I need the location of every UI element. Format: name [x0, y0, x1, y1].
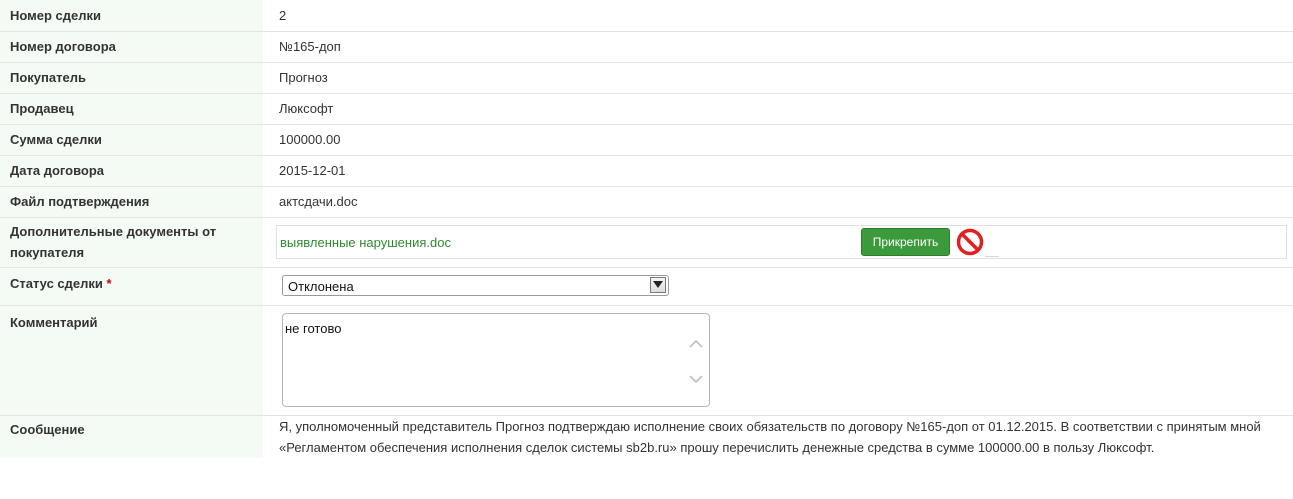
- additional-docs-box: выявленные нарушения.doc Прикрепить: [276, 225, 1287, 259]
- deal-details-form: Номер сделки 2 Номер договора №165-доп П…: [0, 0, 1293, 458]
- buyer-value: Прогноз: [263, 62, 1293, 94]
- deal-status-cell: Отклонена: [263, 267, 1293, 306]
- divider: [985, 256, 999, 257]
- comment-label: Комментарий: [0, 305, 263, 416]
- row-comment: Комментарий не готово: [0, 305, 1293, 416]
- row-contract-date: Дата договора 2015-12-01: [0, 155, 1293, 187]
- row-contract-number: Номер договора №165-доп: [0, 31, 1293, 63]
- row-buyer: Покупатель Прогноз: [0, 62, 1293, 94]
- deal-number-value: 2: [263, 0, 1293, 32]
- deal-status-label: Статус сделки: [10, 275, 103, 291]
- buyer-label: Покупатель: [0, 62, 263, 94]
- contract-date-label: Дата договора: [0, 155, 263, 187]
- confirmation-file-label: Файл подтверждения: [0, 186, 263, 218]
- additional-doc-link[interactable]: выявленные нарушения.doc: [280, 235, 451, 250]
- message-label: Сообщение: [0, 415, 263, 458]
- contract-date-value: 2015-12-01: [263, 155, 1293, 187]
- row-deal-amount: Сумма сделки 100000.00: [0, 124, 1293, 156]
- additional-docs-cell: выявленные нарушения.doc Прикрепить: [263, 217, 1293, 268]
- chevron-down-icon[interactable]: [689, 372, 703, 387]
- comment-text: не готово: [285, 320, 342, 336]
- deal-status-selected: Отклонена: [288, 278, 354, 294]
- deal-amount-label: Сумма сделки: [0, 124, 263, 156]
- required-marker: *: [106, 275, 112, 291]
- attach-button[interactable]: Прикрепить: [861, 228, 950, 256]
- row-additional-docs: Дополнительные документы от покупателя в…: [0, 217, 1293, 268]
- no-entry-icon[interactable]: [956, 228, 984, 256]
- row-seller: Продавец Люксофт: [0, 93, 1293, 125]
- seller-label: Продавец: [0, 93, 263, 125]
- additional-docs-label: Дополнительные документы от покупателя: [0, 217, 263, 268]
- deal-status-label-cell: Статус сделки *: [0, 267, 263, 306]
- row-message: Сообщение Я, уполномоченный представител…: [0, 415, 1293, 458]
- contract-number-label: Номер договора: [0, 31, 263, 63]
- comment-cell: не готово: [263, 305, 1293, 416]
- row-confirmation-file: Файл подтверждения актсдачи.doc: [0, 186, 1293, 218]
- seller-value: Люксофт: [263, 93, 1293, 125]
- deal-number-label: Номер сделки: [0, 0, 263, 32]
- chevron-down-icon[interactable]: [650, 276, 666, 293]
- contract-number-value: №165-доп: [263, 31, 1293, 63]
- chevron-up-icon[interactable]: [689, 336, 703, 351]
- comment-textarea[interactable]: не готово: [282, 312, 710, 407]
- confirmation-file-value: актсдачи.doc: [263, 186, 1293, 218]
- message-value: Я, уполномоченный представитель Прогноз …: [279, 418, 1261, 455]
- deal-status-select[interactable]: Отклонена: [282, 274, 669, 296]
- row-deal-number: Номер сделки 2: [0, 0, 1293, 32]
- deal-amount-value: 100000.00: [263, 124, 1293, 156]
- row-deal-status: Статус сделки * Отклонена: [0, 267, 1293, 306]
